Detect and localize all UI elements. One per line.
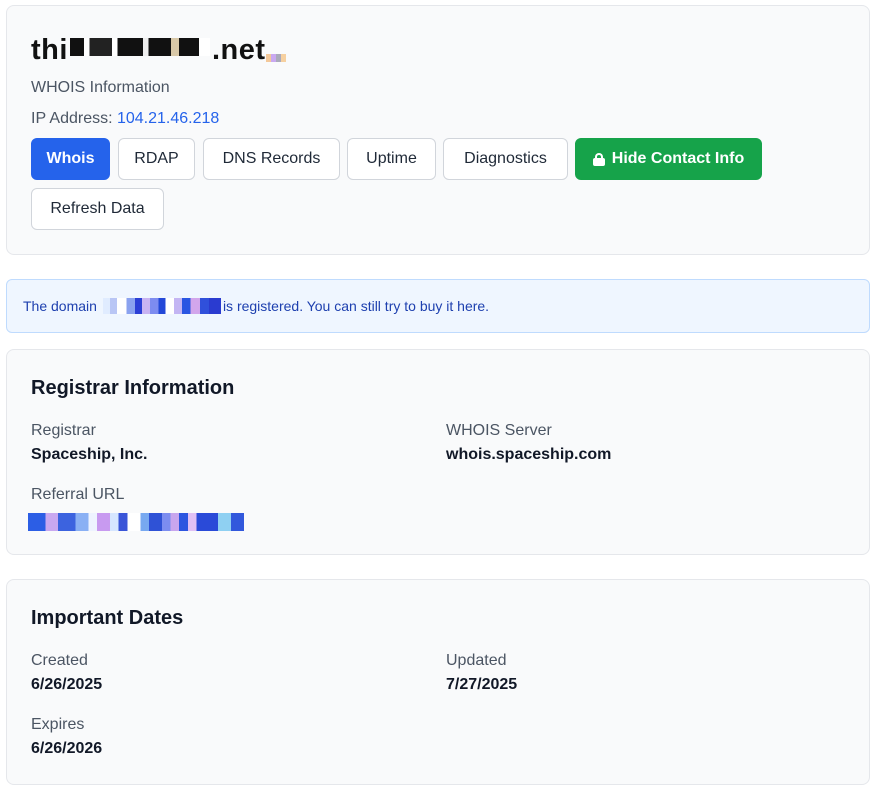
redacted-referral-url[interactable] bbox=[28, 513, 244, 531]
notice-prefix: The domain bbox=[23, 298, 97, 314]
whois-server-value: whois.spaceship.com bbox=[446, 446, 612, 463]
notice-text: The domain is registered. You can still … bbox=[23, 298, 489, 314]
important-dates-card: Important Dates Created 6/26/2025 Update… bbox=[6, 579, 870, 785]
ip-address-line: IP Address: 104.21.46.218 bbox=[31, 110, 219, 128]
tab-dns-records[interactable]: DNS Records bbox=[203, 138, 340, 180]
dates-section-title: Important Dates bbox=[31, 607, 184, 629]
whois-server-label: WHOIS Server bbox=[446, 422, 552, 439]
registrar-value: Spaceship, Inc. bbox=[31, 446, 148, 463]
domain-title: thi .net bbox=[31, 34, 286, 67]
domain-prefix: thi bbox=[31, 34, 68, 66]
hide-contact-info-button[interactable]: Hide Contact Info bbox=[575, 138, 762, 180]
page-subtitle: WHOIS Information bbox=[31, 79, 170, 96]
created-value: 6/26/2025 bbox=[31, 676, 103, 693]
refresh-data-button[interactable]: Refresh Data bbox=[31, 188, 164, 230]
tab-whois[interactable]: Whois bbox=[31, 138, 110, 180]
ip-label: IP Address: bbox=[31, 110, 113, 127]
domain-header-card: thi .net WHOIS Information IP Address: 1… bbox=[6, 5, 870, 255]
registrar-information-card: Registrar Information Registrar Spaceshi… bbox=[6, 349, 870, 555]
registrar-section-title: Registrar Information bbox=[31, 377, 235, 399]
updated-value: 7/27/2025 bbox=[446, 676, 518, 693]
hide-contact-info-label: Hide Contact Info bbox=[611, 150, 745, 167]
tab-rdap[interactable]: RDAP bbox=[118, 138, 195, 180]
registrar-label: Registrar bbox=[31, 422, 96, 439]
redacted-domain-tail bbox=[265, 53, 286, 62]
notice-suffix[interactable]: is registered. You can still try to buy … bbox=[223, 298, 489, 314]
redacted-domain-name bbox=[69, 37, 210, 64]
referral-url-label: Referral URL bbox=[31, 486, 125, 503]
lock-icon bbox=[592, 152, 605, 166]
redacted-domain-in-notice bbox=[102, 298, 221, 314]
availability-notice: The domain is registered. You can still … bbox=[6, 279, 870, 333]
created-label: Created bbox=[31, 652, 88, 669]
tab-diagnostics[interactable]: Diagnostics bbox=[443, 138, 568, 180]
updated-label: Updated bbox=[446, 652, 507, 669]
domain-suffix: .net bbox=[211, 34, 266, 66]
tab-uptime[interactable]: Uptime bbox=[347, 138, 436, 180]
expires-label: Expires bbox=[31, 716, 85, 733]
ip-value[interactable]: 104.21.46.218 bbox=[117, 110, 219, 127]
expires-value: 6/26/2026 bbox=[31, 740, 103, 757]
